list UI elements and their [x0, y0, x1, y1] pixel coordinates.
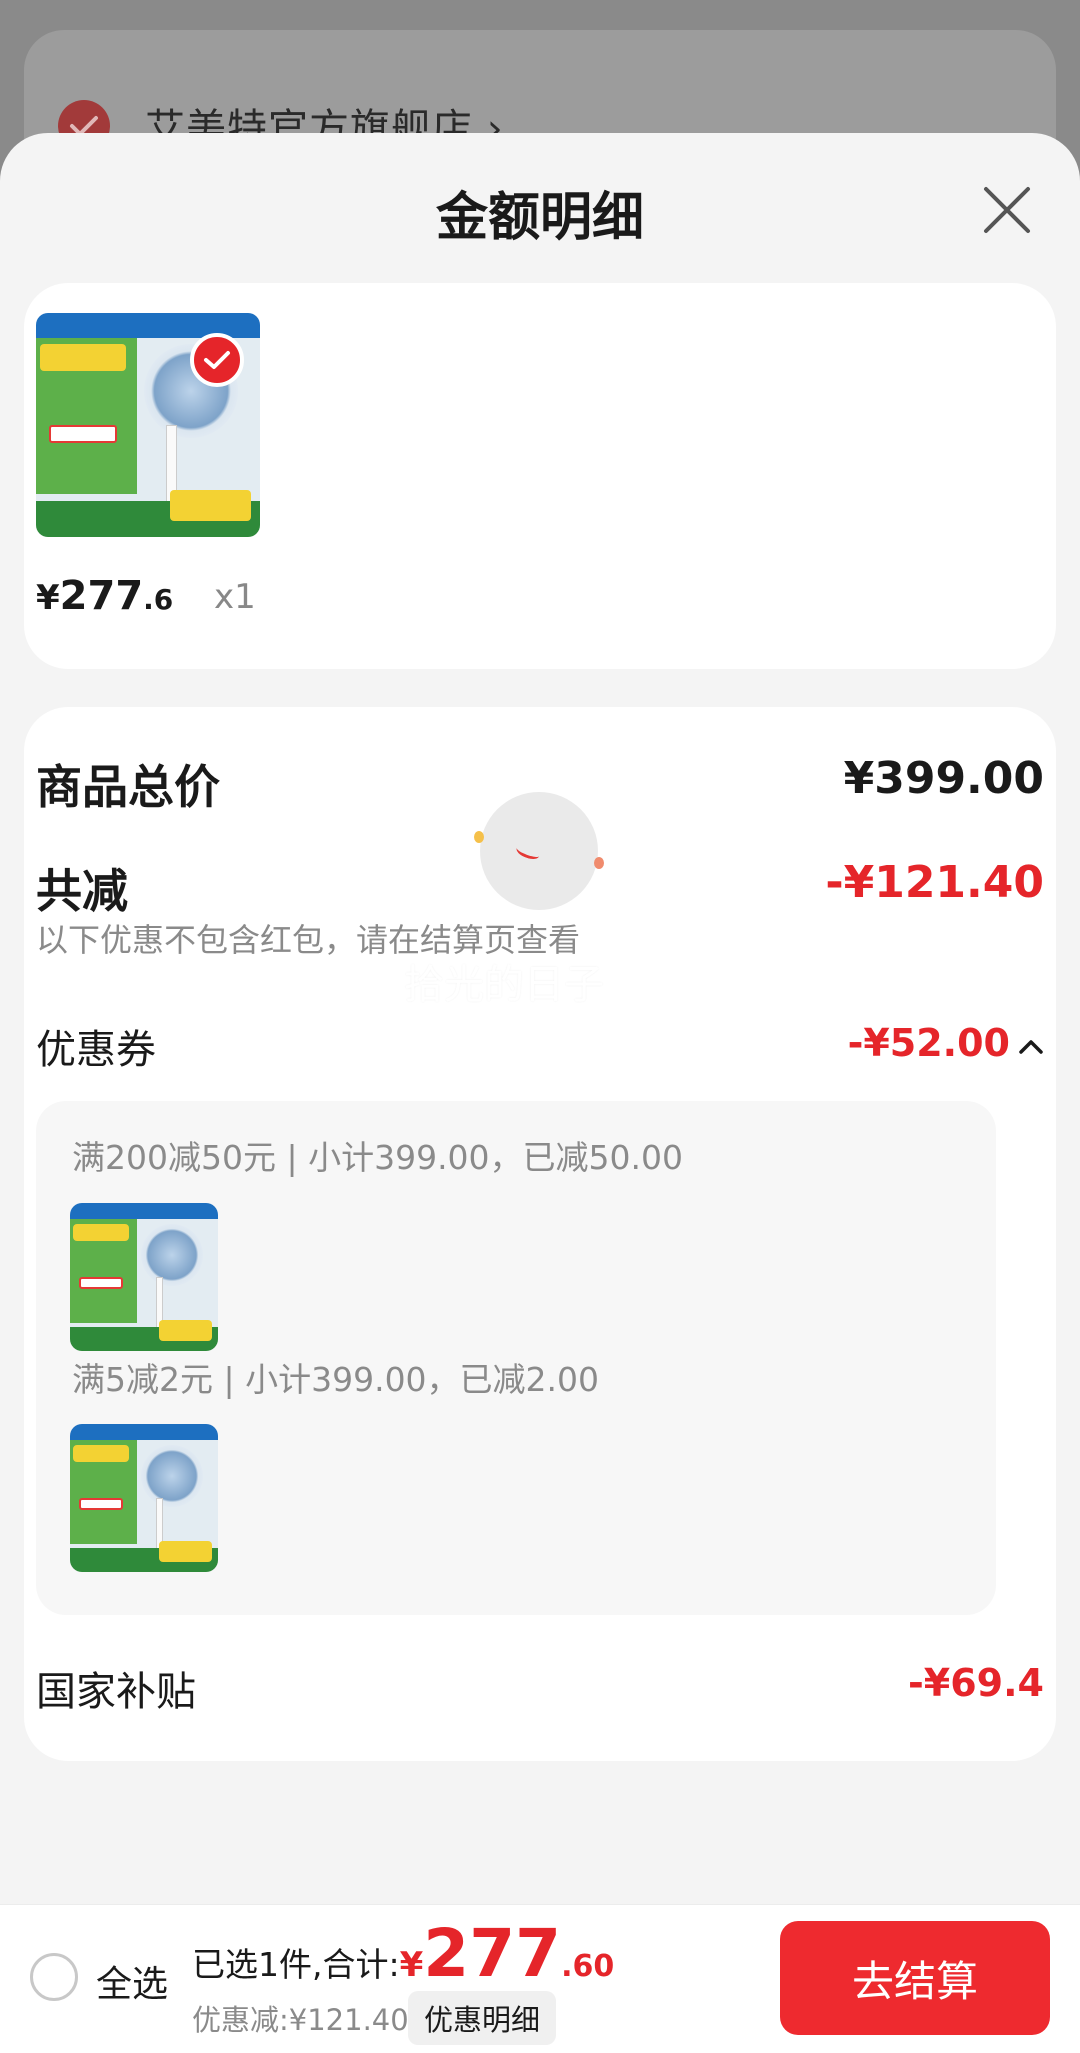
reduction-label: 共减	[36, 864, 128, 918]
coupon-label: 优惠券	[36, 1027, 156, 1073]
chevron-up-icon	[1018, 1021, 1044, 1065]
coupon-breakdown: 满200减50元 | 小计399.00，已减50.00 满5减2元 | 小计39…	[36, 1101, 996, 1615]
selected-count-text: 已选1件,合计:	[192, 1945, 400, 1984]
select-all-label[interactable]: 全选	[96, 1955, 168, 2007]
reduction-value: -¥121.40	[825, 857, 1044, 908]
coupon-rule: 满200减50元 | 小计399.00，已减50.00	[72, 1138, 684, 1177]
product-checked-icon[interactable]	[190, 333, 244, 387]
loading-dot	[594, 857, 604, 869]
discount-summary: 优惠减:¥121.40	[192, 2003, 409, 2037]
coupon-product-image	[70, 1203, 218, 1351]
total-integer: 277	[423, 1915, 562, 1992]
select-all-radio[interactable]	[30, 1953, 78, 2001]
product-price: ¥277.6	[36, 573, 173, 619]
loading-dot	[474, 831, 484, 843]
discount-detail-button[interactable]: 优惠明细	[408, 1991, 557, 2045]
checkout-button[interactable]: 去结算	[780, 1921, 1050, 2035]
product-quantity: x1	[214, 577, 256, 617]
coupon-value: -¥52.00	[847, 1021, 1010, 1065]
total-currency: ¥	[399, 1945, 424, 1985]
total-price-label: 商品总价	[36, 760, 220, 814]
close-icon[interactable]	[980, 183, 1034, 237]
sheet-title: 金额明细	[435, 188, 644, 248]
subsidy-value: -¥69.4	[908, 1661, 1044, 1705]
price-currency: ¥	[36, 578, 60, 618]
subsidy-label: 国家补贴	[36, 1669, 196, 1715]
coupon-rule: 满5减2元 | 小计399.00，已减2.00	[72, 1360, 600, 1399]
checkout-bar: 全选 已选1件,合计:¥277.60 优惠减:¥121.40 优惠明细 去结算	[0, 1904, 1080, 2053]
price-integer: 277	[59, 573, 144, 619]
selected-summary: 已选1件,合计:¥277.60	[192, 1921, 614, 1987]
price-decimal: .6	[143, 583, 174, 616]
coupon-toggle[interactable]: -¥52.00	[848, 1021, 1044, 1065]
coupon-product-image	[70, 1424, 218, 1572]
amount-detail-sheet: 金额明细 ¥277.6 x1 商品总价 ¥399.00 共减 -¥121.40 …	[0, 133, 1080, 2053]
total-price-value: ¥399.00	[843, 753, 1044, 804]
total-decimal: .60	[561, 1949, 615, 1984]
watermark-text: 拾光的日子	[404, 962, 604, 1008]
